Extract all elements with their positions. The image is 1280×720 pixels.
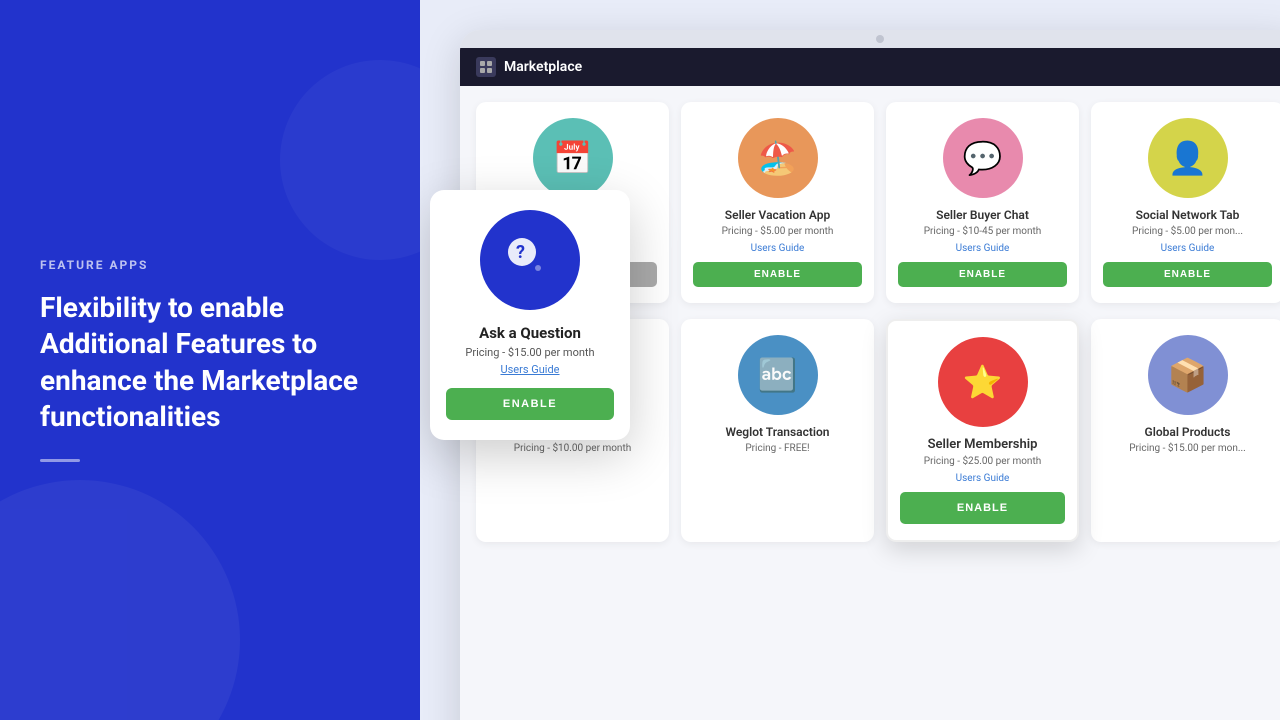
seller-buyer-chat-icon: 💬	[943, 118, 1023, 198]
global-products-icon: 📦	[1148, 335, 1228, 415]
global-products-name: Global Products	[1145, 425, 1231, 439]
ask-question-guide[interactable]: Users Guide	[500, 363, 559, 376]
ask-question-pricing: Pricing - $15.00 per month	[465, 346, 594, 359]
seller-vacation-button[interactable]: ENABLE	[693, 262, 862, 287]
seller-buyer-chat-name: Seller Buyer Chat	[936, 208, 1029, 222]
marketplace-header: Marketplace	[460, 48, 1280, 86]
seller-membership-icon: ⭐	[938, 337, 1028, 427]
seller-buyer-chat-button[interactable]: ENABLE	[898, 262, 1067, 287]
seller-membership-name: Seller Membership	[928, 437, 1038, 452]
device-camera	[876, 35, 884, 43]
app-card-seller-membership: ⭐ Seller Membership Pricing - $25.00 per…	[886, 319, 1079, 542]
weglot-pricing: Pricing - FREE!	[745, 443, 809, 454]
device-top-bar	[460, 30, 1280, 48]
weglot-icon: 🔤	[738, 335, 818, 415]
floating-card-ask-question: ? Ask a Question Pricing - $15.00 per mo…	[430, 190, 630, 440]
social-network-icon: 👤	[1148, 118, 1228, 198]
seller-buyer-chat-guide[interactable]: Users Guide	[956, 243, 1010, 254]
seller-membership-pricing: Pricing - $25.00 per month	[924, 456, 1041, 467]
feature-divider	[40, 459, 80, 462]
weglot-name: Weglot Transaction	[725, 425, 829, 439]
seller-vacation-icon: 🏖️	[738, 118, 818, 198]
right-panel: Marketplace 📅 Booking App Pricing - $5.0…	[420, 0, 1280, 720]
seller-vacation-guide[interactable]: Users Guide	[751, 243, 805, 254]
ask-question-title: Ask a Question	[479, 324, 581, 342]
svg-text:?: ?	[516, 242, 525, 263]
app-card-social-network: 👤 Social Network Tab Pricing - $5.00 per…	[1091, 102, 1280, 303]
feature-title: Flexibility to enable Additional Feature…	[40, 290, 380, 436]
social-network-guide[interactable]: Users Guide	[1161, 243, 1215, 254]
social-network-button[interactable]: ENABLE	[1103, 262, 1272, 287]
booking-app-icon: 📅	[533, 118, 613, 198]
feature-label: FEATURE APPS	[40, 258, 380, 272]
seller-buyer-chat-pricing: Pricing - $10-45 per month	[924, 226, 1042, 237]
app-card-weglot: 🔤 Weglot Transaction Pricing - FREE!	[681, 319, 874, 542]
app-card-global-products: 📦 Global Products Pricing - $15.00 per m…	[1091, 319, 1280, 542]
ask-question-icon: ?	[480, 210, 580, 310]
left-panel: FEATURE APPS Flexibility to enable Addit…	[0, 0, 420, 720]
app-card-seller-vacation: 🏖️ Seller Vacation App Pricing - $5.00 p…	[681, 102, 874, 303]
social-network-name: Social Network Tab	[1136, 208, 1240, 222]
usps-pricing: Pricing - $10.00 per month	[514, 443, 631, 454]
seller-membership-guide[interactable]: Users Guide	[956, 473, 1010, 484]
seller-vacation-pricing: Pricing - $5.00 per month	[722, 226, 834, 237]
global-products-pricing: Pricing - $15.00 per mon...	[1129, 443, 1246, 454]
seller-vacation-name: Seller Vacation App	[725, 208, 830, 222]
social-network-pricing: Pricing - $5.00 per mon...	[1132, 226, 1243, 237]
marketplace-app-icon	[476, 57, 496, 77]
marketplace-title: Marketplace	[504, 59, 582, 75]
ask-question-enable-button[interactable]: ENABLE	[446, 388, 614, 420]
app-card-seller-buyer-chat: 💬 Seller Buyer Chat Pricing - $10-45 per…	[886, 102, 1079, 303]
seller-membership-button[interactable]: ENABLE	[900, 492, 1065, 524]
